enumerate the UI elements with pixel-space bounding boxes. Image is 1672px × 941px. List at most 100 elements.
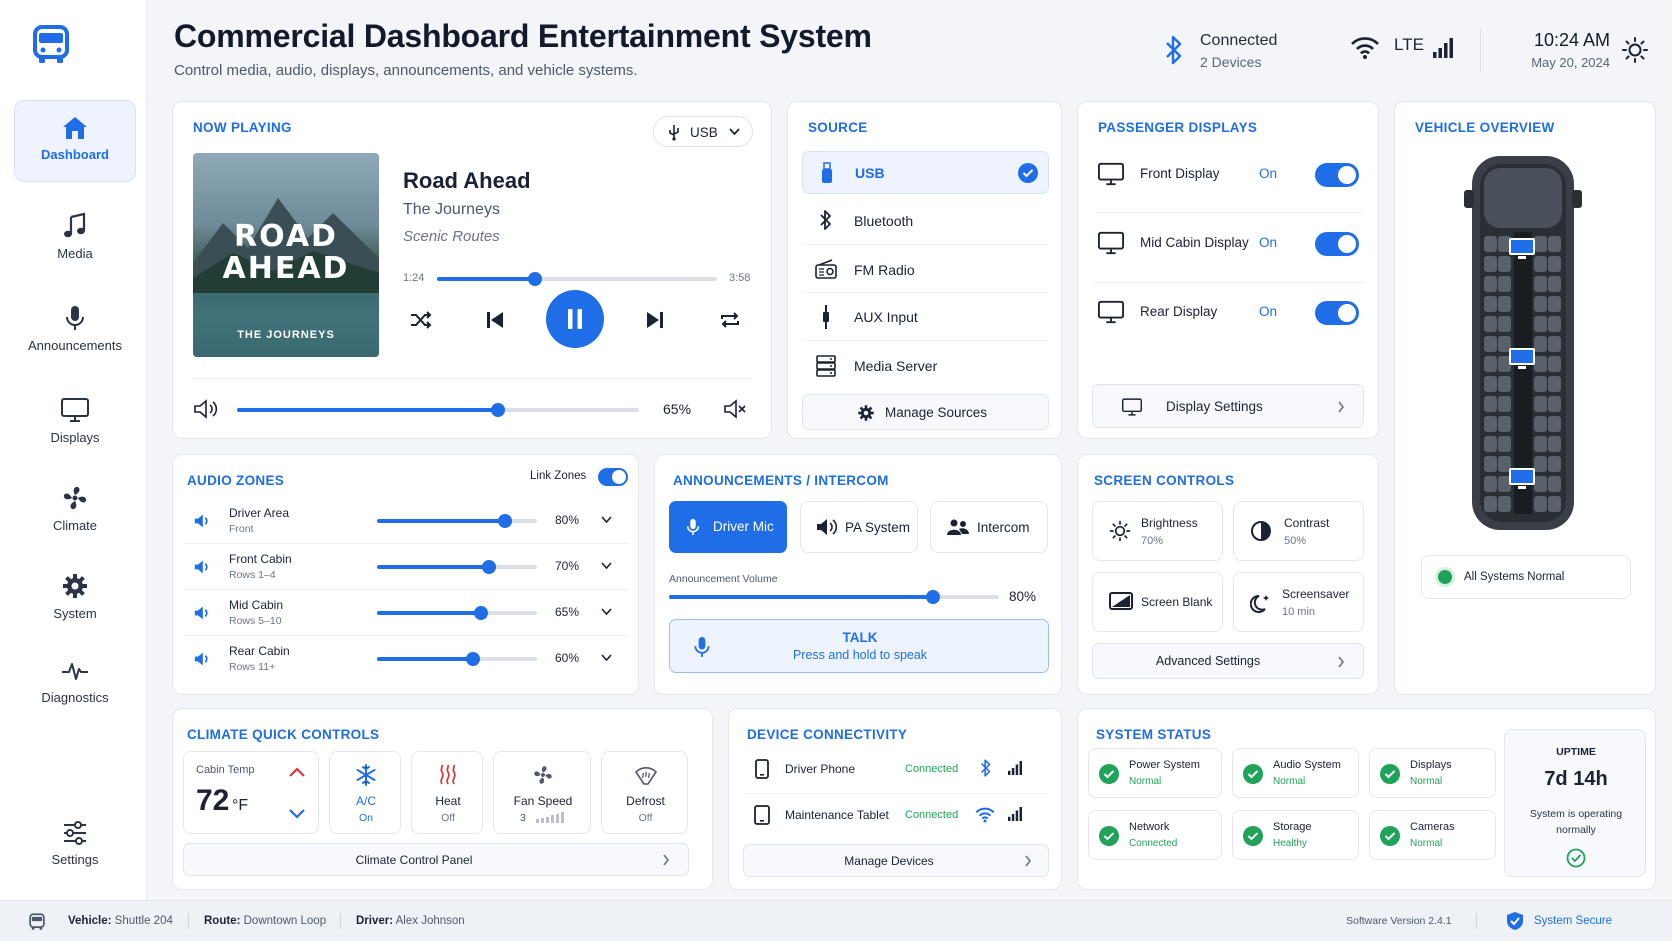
chevron-down-icon[interactable]: [601, 608, 612, 616]
driver-mic-button[interactable]: Driver Mic: [669, 501, 787, 553]
display-toggle-rear[interactable]: [1315, 301, 1359, 325]
manage-sources-button[interactable]: Manage Sources: [802, 394, 1049, 430]
zone-volume-knob[interactable]: [474, 606, 488, 620]
progress-slider[interactable]: [437, 272, 717, 286]
system-name: Network: [1129, 821, 1170, 833]
display-state: On: [1259, 304, 1278, 319]
intercom-button[interactable]: Intercom: [930, 501, 1048, 553]
sidebar-item-media[interactable]: Media: [14, 198, 136, 280]
next-track-icon[interactable]: [645, 310, 665, 330]
progress-knob[interactable]: [528, 272, 542, 286]
defrost-tile[interactable]: Defrost Off: [601, 751, 688, 834]
play-pause-button[interactable]: [546, 290, 604, 348]
talk-button[interactable]: TALK Press and hold to speak: [669, 619, 1049, 673]
seat: [1548, 496, 1561, 512]
fan-speed-tile[interactable]: Fan Speed 3: [493, 751, 591, 834]
seat: [1534, 496, 1547, 512]
brightness-tile[interactable]: Brightness 70%: [1092, 501, 1223, 561]
speaker-icon[interactable]: [193, 651, 211, 667]
brightness-toggle-icon[interactable]: [1621, 36, 1649, 69]
system-status-tile[interactable]: Displays Normal: [1369, 748, 1496, 798]
screensaver-tile[interactable]: Screensaver 10 min: [1233, 572, 1364, 632]
zone-volume-slider[interactable]: [377, 652, 537, 666]
sidebar-item-announcements[interactable]: Announcements: [14, 290, 136, 372]
announcement-volume-knob[interactable]: [926, 590, 940, 604]
sidebar-item-system[interactable]: System: [14, 558, 136, 640]
system-status-tile[interactable]: Network Connected: [1088, 810, 1222, 860]
manage-devices-button[interactable]: Manage Devices: [743, 844, 1049, 877]
temp-down-icon[interactable]: [288, 808, 306, 820]
zone-volume-slider[interactable]: [377, 606, 537, 620]
sidebar-item-displays[interactable]: Displays: [14, 382, 136, 464]
volume-knob[interactable]: [491, 403, 506, 417]
temp-up-icon[interactable]: [288, 766, 306, 778]
system-status-tile[interactable]: Cameras Normal: [1369, 810, 1496, 860]
display-state: On: [1259, 166, 1278, 181]
volume-icon[interactable]: [193, 398, 219, 420]
signal-bars-icon: [1007, 807, 1023, 821]
device-row-driver-phone[interactable]: Driver Phone Connected: [743, 753, 1049, 787]
zone-volume-slider[interactable]: [377, 560, 537, 574]
climate-control-panel-button[interactable]: Climate Control Panel: [183, 843, 689, 876]
system-name: Audio System: [1273, 759, 1341, 771]
repeat-icon[interactable]: [719, 310, 741, 330]
zone-sub: Rows 11+: [229, 661, 276, 673]
mute-icon[interactable]: [723, 398, 747, 420]
chevron-down-icon[interactable]: [601, 562, 612, 570]
previous-track-icon[interactable]: [485, 310, 505, 330]
screen-blank-tile[interactable]: Screen Blank: [1092, 572, 1223, 632]
display-toggle-front[interactable]: [1315, 163, 1359, 187]
source-select[interactable]: USB: [653, 116, 753, 147]
source-item-aux[interactable]: AUX Input: [802, 295, 1049, 339]
sidebar-item-settings[interactable]: Settings: [14, 806, 136, 888]
footer-route-label: Route:: [204, 915, 241, 927]
album-art-caption: THE JOURNEYS: [237, 329, 335, 341]
display-toggle-mid[interactable]: [1315, 232, 1359, 256]
source-item-bluetooth[interactable]: Bluetooth: [802, 199, 1049, 243]
sidebar-item-climate[interactable]: Climate: [14, 470, 136, 552]
chevron-down-icon[interactable]: [601, 654, 612, 662]
volume-slider[interactable]: [237, 403, 639, 417]
system-secure-status[interactable]: System Secure: [1534, 915, 1612, 927]
speaker-icon[interactable]: [193, 559, 211, 575]
fan-icon: [61, 484, 89, 512]
ac-tile[interactable]: A/C On: [329, 751, 401, 834]
source-item-usb[interactable]: USB: [802, 151, 1049, 194]
zone-volume-knob[interactable]: [482, 560, 496, 574]
zone-volume-knob[interactable]: [498, 514, 512, 528]
heat-tile[interactable]: Heat Off: [411, 751, 483, 834]
zone-volume-knob[interactable]: [466, 652, 480, 666]
zone-volume-slider[interactable]: [377, 514, 537, 528]
check-circle-icon: [1243, 826, 1263, 846]
system-status-tile[interactable]: Storage Healthy: [1232, 810, 1359, 860]
pa-system-button[interactable]: PA System: [800, 501, 918, 553]
system-status-tile[interactable]: Power System Normal: [1088, 748, 1222, 798]
sidebar-item-dashboard[interactable]: Dashboard: [14, 100, 136, 182]
link-zones-toggle[interactable]: [598, 468, 628, 486]
mode-label: Intercom: [977, 520, 1030, 535]
chevron-down-icon[interactable]: [601, 516, 612, 524]
advanced-settings-button[interactable]: Advanced Settings: [1092, 643, 1364, 679]
shuffle-icon[interactable]: [409, 310, 433, 330]
display-row-rear: Rear Display On: [1094, 290, 1364, 334]
seat: [1534, 316, 1547, 332]
speaker-icon[interactable]: [193, 513, 211, 529]
clock: 10:24 AM May 20, 2024: [1480, 30, 1610, 70]
source-item-fm-radio[interactable]: FM Radio: [802, 247, 1049, 291]
seat: [1548, 416, 1561, 432]
display-state: On: [1259, 235, 1278, 250]
footer-vehicle-value: Shuttle 204: [114, 915, 173, 927]
source-item-media-server[interactable]: Media Server: [802, 343, 1049, 387]
screen-controls-title: SCREEN CONTROLS: [1094, 473, 1235, 488]
contrast-tile[interactable]: Contrast 50%: [1233, 501, 1364, 561]
display-settings-button[interactable]: Display Settings: [1092, 384, 1364, 428]
speaker-icon: [815, 517, 837, 537]
speaker-icon[interactable]: [193, 605, 211, 621]
system-status-tile[interactable]: Audio System Normal: [1232, 748, 1359, 798]
album-art-title-line1: ROAD: [234, 219, 338, 254]
sidebar-item-diagnostics[interactable]: Diagnostics: [14, 644, 136, 726]
footer-route: Route: Downtown Loop: [204, 915, 326, 927]
track-album: Scenic Routes: [403, 228, 500, 245]
announcement-volume-slider[interactable]: [669, 590, 999, 604]
device-row-maintenance-tablet[interactable]: Maintenance Tablet Connected: [743, 799, 1049, 833]
